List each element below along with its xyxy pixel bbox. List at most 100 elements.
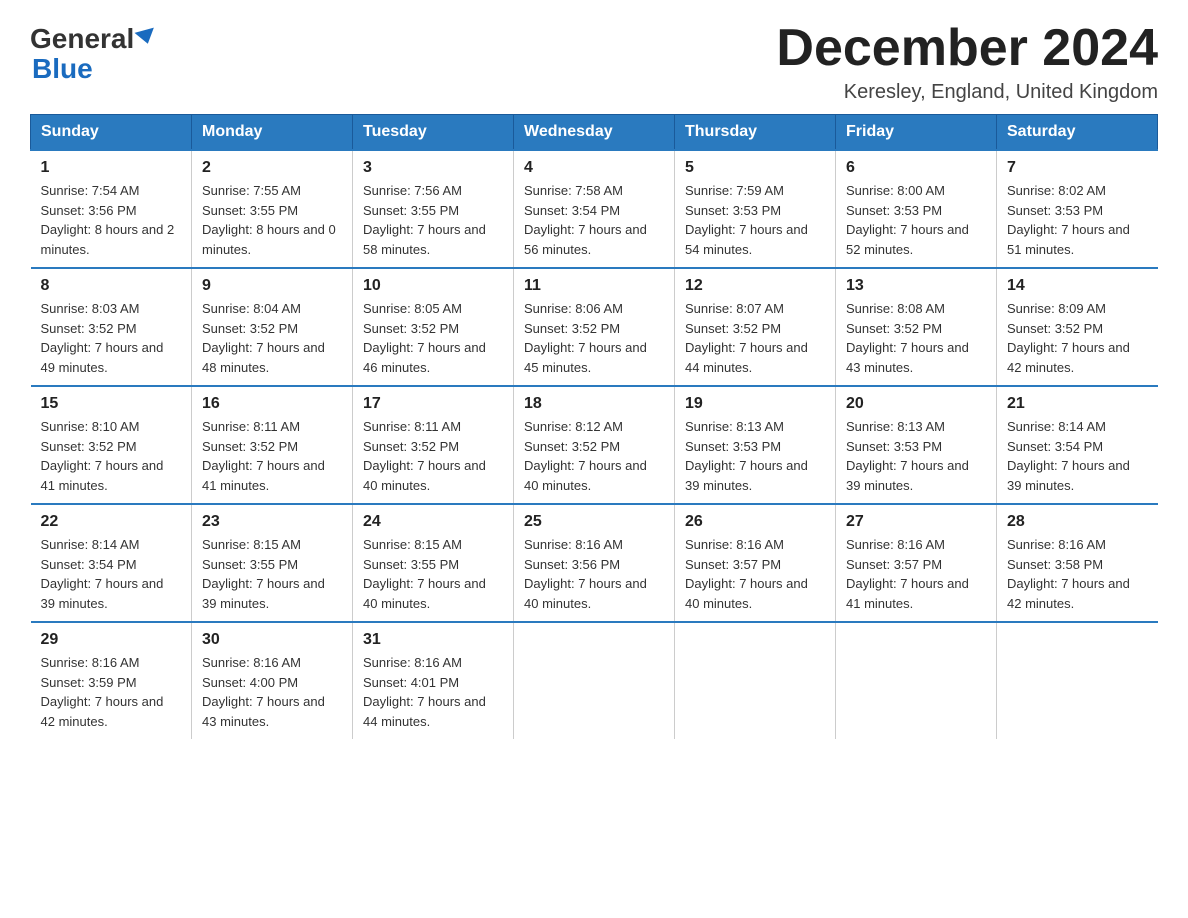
calendar-cell: 6 Sunrise: 8:00 AMSunset: 3:53 PMDayligh… [836,150,997,268]
day-number: 11 [524,277,664,295]
calendar-cell [997,622,1158,739]
day-number: 20 [846,395,986,413]
day-info: Sunrise: 8:03 AMSunset: 3:52 PMDaylight:… [41,299,182,377]
calendar-table: Sunday Monday Tuesday Wednesday Thursday… [30,114,1158,739]
calendar-cell: 3 Sunrise: 7:56 AMSunset: 3:55 PMDayligh… [353,150,514,268]
day-info: Sunrise: 8:15 AMSunset: 3:55 PMDaylight:… [363,535,503,613]
day-info: Sunrise: 8:02 AMSunset: 3:53 PMDaylight:… [1007,181,1148,259]
month-title: December 2024 [776,20,1158,77]
calendar-cell: 4 Sunrise: 7:58 AMSunset: 3:54 PMDayligh… [514,150,675,268]
calendar-cell: 31 Sunrise: 8:16 AMSunset: 4:01 PMDaylig… [353,622,514,739]
day-info: Sunrise: 8:09 AMSunset: 3:52 PMDaylight:… [1007,299,1148,377]
calendar-cell: 28 Sunrise: 8:16 AMSunset: 3:58 PMDaylig… [997,504,1158,622]
day-info: Sunrise: 7:54 AMSunset: 3:56 PMDaylight:… [41,181,182,259]
day-info: Sunrise: 8:14 AMSunset: 3:54 PMDaylight:… [41,535,182,613]
calendar-cell: 17 Sunrise: 8:11 AMSunset: 3:52 PMDaylig… [353,386,514,504]
calendar-cell: 7 Sunrise: 8:02 AMSunset: 3:53 PMDayligh… [997,150,1158,268]
day-info: Sunrise: 8:16 AMSunset: 4:01 PMDaylight:… [363,653,503,731]
day-info: Sunrise: 8:07 AMSunset: 3:52 PMDaylight:… [685,299,825,377]
day-number: 3 [363,159,503,177]
day-info: Sunrise: 8:10 AMSunset: 3:52 PMDaylight:… [41,417,182,495]
day-number: 18 [524,395,664,413]
calendar-cell: 18 Sunrise: 8:12 AMSunset: 3:52 PMDaylig… [514,386,675,504]
weekday-friday: Friday [836,115,997,151]
calendar-cell: 26 Sunrise: 8:16 AMSunset: 3:57 PMDaylig… [675,504,836,622]
day-number: 16 [202,395,342,413]
location: Keresley, England, United Kingdom [776,81,1158,104]
calendar-week-4: 22 Sunrise: 8:14 AMSunset: 3:54 PMDaylig… [31,504,1158,622]
calendar-cell: 10 Sunrise: 8:05 AMSunset: 3:52 PMDaylig… [353,268,514,386]
day-number: 9 [202,277,342,295]
day-info: Sunrise: 8:16 AMSunset: 3:58 PMDaylight:… [1007,535,1148,613]
logo-triangle-icon [135,27,158,46]
day-info: Sunrise: 8:16 AMSunset: 3:57 PMDaylight:… [685,535,825,613]
day-info: Sunrise: 8:16 AMSunset: 3:57 PMDaylight:… [846,535,986,613]
day-number: 31 [363,631,503,649]
title-area: December 2024 Keresley, England, United … [776,20,1158,104]
calendar-cell: 9 Sunrise: 8:04 AMSunset: 3:52 PMDayligh… [192,268,353,386]
logo-line1: General [30,25,156,53]
calendar-cell: 5 Sunrise: 7:59 AMSunset: 3:53 PMDayligh… [675,150,836,268]
calendar-cell [514,622,675,739]
calendar-cell: 15 Sunrise: 8:10 AMSunset: 3:52 PMDaylig… [31,386,192,504]
day-number: 28 [1007,513,1148,531]
day-info: Sunrise: 8:16 AMSunset: 3:59 PMDaylight:… [41,653,182,731]
day-number: 7 [1007,159,1148,177]
day-number: 23 [202,513,342,531]
weekday-saturday: Saturday [997,115,1158,151]
calendar-cell: 24 Sunrise: 8:15 AMSunset: 3:55 PMDaylig… [353,504,514,622]
calendar-header: Sunday Monday Tuesday Wednesday Thursday… [31,115,1158,151]
day-number: 14 [1007,277,1148,295]
day-info: Sunrise: 8:13 AMSunset: 3:53 PMDaylight:… [685,417,825,495]
day-number: 26 [685,513,825,531]
day-info: Sunrise: 8:05 AMSunset: 3:52 PMDaylight:… [363,299,503,377]
day-info: Sunrise: 7:55 AMSunset: 3:55 PMDaylight:… [202,181,342,259]
day-info: Sunrise: 8:00 AMSunset: 3:53 PMDaylight:… [846,181,986,259]
day-number: 8 [41,277,182,295]
day-info: Sunrise: 8:16 AMSunset: 4:00 PMDaylight:… [202,653,342,731]
day-number: 30 [202,631,342,649]
calendar-body: 1 Sunrise: 7:54 AMSunset: 3:56 PMDayligh… [31,150,1158,739]
day-info: Sunrise: 8:11 AMSunset: 3:52 PMDaylight:… [202,417,342,495]
weekday-row: Sunday Monday Tuesday Wednesday Thursday… [31,115,1158,151]
calendar-cell: 29 Sunrise: 8:16 AMSunset: 3:59 PMDaylig… [31,622,192,739]
page-header: General Blue December 2024 Keresley, Eng… [30,20,1158,104]
day-info: Sunrise: 7:56 AMSunset: 3:55 PMDaylight:… [363,181,503,259]
weekday-wednesday: Wednesday [514,115,675,151]
day-number: 1 [41,159,182,177]
calendar-cell: 20 Sunrise: 8:13 AMSunset: 3:53 PMDaylig… [836,386,997,504]
day-number: 4 [524,159,664,177]
day-number: 2 [202,159,342,177]
calendar-cell [836,622,997,739]
calendar-cell: 30 Sunrise: 8:16 AMSunset: 4:00 PMDaylig… [192,622,353,739]
calendar-cell: 12 Sunrise: 8:07 AMSunset: 3:52 PMDaylig… [675,268,836,386]
day-info: Sunrise: 8:13 AMSunset: 3:53 PMDaylight:… [846,417,986,495]
calendar-cell: 16 Sunrise: 8:11 AMSunset: 3:52 PMDaylig… [192,386,353,504]
day-number: 10 [363,277,503,295]
calendar-week-1: 1 Sunrise: 7:54 AMSunset: 3:56 PMDayligh… [31,150,1158,268]
day-info: Sunrise: 8:06 AMSunset: 3:52 PMDaylight:… [524,299,664,377]
calendar-cell: 22 Sunrise: 8:14 AMSunset: 3:54 PMDaylig… [31,504,192,622]
weekday-monday: Monday [192,115,353,151]
day-number: 17 [363,395,503,413]
day-info: Sunrise: 8:11 AMSunset: 3:52 PMDaylight:… [363,417,503,495]
calendar-cell: 21 Sunrise: 8:14 AMSunset: 3:54 PMDaylig… [997,386,1158,504]
calendar-cell: 11 Sunrise: 8:06 AMSunset: 3:52 PMDaylig… [514,268,675,386]
day-info: Sunrise: 7:59 AMSunset: 3:53 PMDaylight:… [685,181,825,259]
day-info: Sunrise: 8:12 AMSunset: 3:52 PMDaylight:… [524,417,664,495]
calendar-cell [675,622,836,739]
calendar-week-3: 15 Sunrise: 8:10 AMSunset: 3:52 PMDaylig… [31,386,1158,504]
day-number: 24 [363,513,503,531]
day-number: 12 [685,277,825,295]
day-number: 6 [846,159,986,177]
logo-line2: Blue [30,55,93,83]
day-number: 22 [41,513,182,531]
day-number: 5 [685,159,825,177]
calendar-cell: 13 Sunrise: 8:08 AMSunset: 3:52 PMDaylig… [836,268,997,386]
calendar-cell: 23 Sunrise: 8:15 AMSunset: 3:55 PMDaylig… [192,504,353,622]
day-info: Sunrise: 7:58 AMSunset: 3:54 PMDaylight:… [524,181,664,259]
day-number: 15 [41,395,182,413]
day-info: Sunrise: 8:04 AMSunset: 3:52 PMDaylight:… [202,299,342,377]
day-number: 29 [41,631,182,649]
calendar-cell: 1 Sunrise: 7:54 AMSunset: 3:56 PMDayligh… [31,150,192,268]
